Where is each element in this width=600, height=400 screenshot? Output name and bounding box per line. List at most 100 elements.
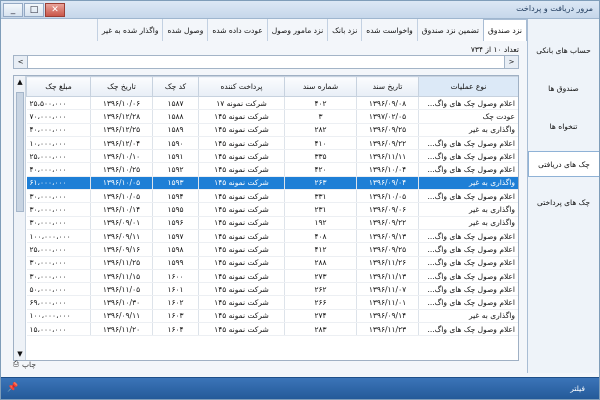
table-cell: ۱۳۹۶/۰۹/۰۴	[356, 176, 419, 191]
scroll-up-icon[interactable]: ▲	[14, 76, 26, 88]
sidebar-item-received-cheques[interactable]: چک های دریافتی	[528, 151, 599, 177]
table-row[interactable]: واگذاری به غیر ۱۳۹۶/۰۹/۰۶ ۲۳۱ شرکت نمونه ۱۴…	[26, 202, 518, 217]
column-header-cheque-date[interactable]: تاریخ چک	[90, 76, 153, 97]
table-row[interactable]: اعلام وصول چک های واگ... ۱۳۹۶/۰۹/۰۸ ۴۰۲ شرک…	[26, 96, 518, 111]
table-row[interactable]: واگذاری به غیر ۱۳۹۶/۰۹/۲۲ ۱۹۲ شرکت نمونه ۱۴…	[26, 216, 518, 230]
table-cell: ۳۰،۰۰۰،۰۰۰	[26, 216, 91, 230]
tab-at-bank[interactable]: نزد بانک	[327, 19, 362, 41]
pin-icon[interactable]: 📌	[7, 383, 18, 393]
table-cell: ۲۶۳	[284, 176, 357, 191]
column-header-doc-date[interactable]: تاریخ سند	[356, 76, 419, 97]
print-button[interactable]: ⎙ چاپ	[13, 359, 36, 369]
table-row[interactable]: اعلام وصول چک های واگ... ۱۳۹۶/۱۰/۰۴ ۴۲۰ شرک…	[26, 162, 518, 177]
table-cell: ۱۶۰۳	[152, 309, 199, 324]
table-cell: اعلام وصول چک های واگ...	[418, 96, 518, 111]
table-cell: ۱۳۹۶/۰۹/۲۲	[356, 136, 419, 151]
close-icon[interactable]: ✕	[45, 3, 65, 17]
table-cell: ۱۳۹۶/۱۰/۱۰	[90, 149, 153, 164]
table-row[interactable]: اعلام وصول چک های واگ... ۱۳۹۶/۱۰/۰۵ ۳۳۱ شرک…	[26, 189, 518, 204]
title-bar: _ □ ✕ مرور دریافت و پرداخت	[1, 1, 599, 19]
horizontal-scrollbar[interactable]: < >	[13, 55, 519, 69]
scroll-right-icon[interactable]: >	[504, 56, 518, 68]
table-cell: شرکت نمونه ۱۴۵	[198, 176, 285, 191]
table-cell: ۲۶۶	[284, 295, 357, 310]
table-cell: ۱۳۹۶/۱۰/۲۵	[90, 162, 153, 177]
minimize-icon[interactable]: _	[3, 3, 23, 17]
table-cell: ۲۶۲	[284, 282, 357, 297]
table-row[interactable]: اعلام وصول چک های واگ... ۱۳۹۶/۰۹/۱۳ ۴۰۸ شرک…	[26, 229, 518, 244]
table-row[interactable]: اعلام وصول چک های واگ... ۱۳۹۶/۱۱/۰۷ ۲۶۲ شرک…	[26, 282, 518, 297]
table-cell: ۴۲۰	[284, 162, 357, 177]
table-cell: ۷۰،۰۰۰،۰۰۰	[26, 109, 91, 124]
column-header-payer[interactable]: پرداخت کننده	[198, 76, 285, 97]
table-cell: ۱۳۹۶/۰۹/۱۴	[356, 309, 419, 324]
table-cell: واگذاری به غیر	[418, 176, 518, 191]
table-cell: ۱۳۹۶/۱۱/۱۱	[356, 149, 419, 164]
table-cell: شرکت نمونه ۱۴۵	[198, 189, 285, 204]
table-cell: ۱۵،۰۰۰،۰۰۰	[26, 322, 91, 337]
table-cell: ۱۵۹۴	[152, 189, 199, 204]
table-cell: اعلام وصول چک های واگ...	[418, 162, 518, 177]
table-cell: ۱۳۹۶/۱۲/۰۴	[90, 136, 153, 151]
table-row[interactable]: واگذاری به غیر ۱۳۹۶/۰۹/۱۴ ۲۷۴ شرکت نمونه ۱۴…	[26, 309, 518, 324]
table-cell: ۱۳۹۶/۱۱/۲۳	[356, 322, 419, 337]
cheques-table: نوع عملیات تاریخ سند شماره سند پرداخت کن…	[26, 76, 518, 337]
table-cell: ۱۶۰۲	[152, 295, 199, 310]
table-cell: شرکت نمونه ۱۴۵	[198, 136, 285, 151]
table-cell: ۱۳۹۶/۱۱/۲۶	[356, 256, 419, 270]
table-cell: ۲۸۲	[284, 123, 357, 137]
table-row[interactable]: اعلام وصول چک های واگ... ۱۳۹۶/۰۹/۲۵ ۴۱۲ شرک…	[26, 242, 518, 257]
column-header-cheque-code[interactable]: کد چک	[152, 76, 199, 97]
tab-at-collector[interactable]: نزد مامور وصول	[266, 19, 328, 41]
table-cell: ۱۳۹۶/۱۲/۲۵	[90, 123, 153, 137]
table-cell: ۴۰،۰۰۰،۰۰۰	[26, 162, 91, 177]
table-cell: ۱۳۹۶/۰۹/۰۶	[356, 202, 419, 217]
maximize-icon[interactable]: □	[24, 3, 44, 17]
bottom-toolbar: ⎙ چاپ	[5, 359, 527, 373]
scroll-left-icon[interactable]: <	[14, 56, 28, 68]
table-cell: ۱۵۹۶	[152, 216, 199, 230]
tab-collected[interactable]: وصول شده	[162, 19, 208, 41]
table-cell: واگذاری به غیر	[418, 216, 518, 230]
table-cell: واگذاری به غیر	[418, 309, 518, 324]
table-row[interactable]: عودت چک ۱۳۹۷/۰۲/۰۵ ۳ شرکت نمونه ۱۴۵ ۱۵۸۸ ۱۳۹۶…	[26, 109, 518, 124]
tab-protested[interactable]: واخواست شده	[361, 19, 417, 41]
table-cell: اعلام وصول چک های واگ...	[418, 189, 518, 204]
column-header-doc-number[interactable]: شماره سند	[284, 76, 357, 97]
table-cell: ۱۳۹۶/۱۱/۲۰	[90, 322, 153, 337]
column-header-cheque-amount[interactable]: مبلغ چک	[26, 76, 91, 97]
table-row[interactable]: اعلام وصول چک های واگ... ۱۳۹۶/۱۱/۱۱ ۳۳۵ شرک…	[26, 149, 518, 164]
window-title: مرور دریافت و پرداخت	[516, 4, 593, 13]
table-row[interactable]: اعلام وصول چک های واگ... ۱۳۹۶/۱۱/۱۳ ۲۷۳ شرک…	[26, 269, 518, 284]
sidebar-item-cash-boxes[interactable]: صندوق ها	[528, 75, 599, 101]
tab-returned[interactable]: عودت داده شده	[207, 19, 267, 41]
table-cell: ۲۳۱	[284, 202, 357, 217]
sidebar-item-petty-cash[interactable]: تنخواه ها	[528, 113, 599, 139]
sidebar-item-bank-accounts[interactable]: حساب های بانکی	[528, 37, 599, 63]
table-cell: واگذاری به غیر	[418, 123, 518, 137]
table-row[interactable]: واگذاری به غیر ۱۳۹۶/۰۹/۲۵ ۲۸۲ شرکت نمونه ۱۴…	[26, 123, 518, 137]
table-cell: ۱۶۰۴	[152, 322, 199, 337]
table-cell: اعلام وصول چک های واگ...	[418, 256, 518, 270]
table-cell: شرکت نمونه ۱۴۵	[198, 256, 285, 270]
table-cell: عودت چک	[418, 109, 518, 124]
tab-strip: نزد صندوق تضمین نزد صندوق واخواست شده نز…	[96, 19, 527, 41]
table-cell: ۱۵۹۱	[152, 149, 199, 164]
table-cell: ۱۵۹۰	[152, 136, 199, 151]
tab-guarantee-at-cashbox[interactable]: تضمین نزد صندوق	[416, 19, 484, 41]
vertical-scrollbar[interactable]: ▲ ▼	[14, 76, 26, 360]
table-row[interactable]: واگذاری به غیر ۱۳۹۶/۰۹/۰۴ ۲۶۳ شرکت نمونه ۱۴…	[26, 176, 518, 191]
tab-assigned-to-others[interactable]: واگذار شده به غیر	[96, 19, 163, 41]
table-cell: شرکت نمونه ۱۴۵	[198, 322, 285, 337]
filter-bar[interactable]: 📌 فیلتر	[1, 377, 599, 399]
table-cell: شرکت نمونه ۱۴۵	[198, 216, 285, 230]
table-row[interactable]: اعلام وصول چک های واگ... ۱۳۹۶/۱۱/۲۳ ۲۸۳ شرک…	[26, 322, 518, 337]
table-cell: ۱۳۹۷/۰۲/۰۵	[356, 109, 419, 124]
sidebar-item-paid-cheques[interactable]: چک های پرداختی	[528, 189, 599, 215]
table-row[interactable]: اعلام وصول چک های واگ... ۱۳۹۶/۱۱/۰۱ ۲۶۶ شرک…	[26, 295, 518, 310]
table-row[interactable]: اعلام وصول چک های واگ... ۱۳۹۶/۰۹/۲۲ ۴۱۰ شرک…	[26, 136, 518, 151]
tab-at-cashbox[interactable]: نزد صندوق	[483, 19, 527, 41]
table-row[interactable]: اعلام وصول چک های واگ... ۱۳۹۶/۱۱/۲۶ ۲۸۸ شرک…	[26, 256, 518, 270]
scroll-thumb[interactable]	[16, 92, 24, 212]
column-header-operation-type[interactable]: نوع عملیات	[418, 76, 518, 97]
